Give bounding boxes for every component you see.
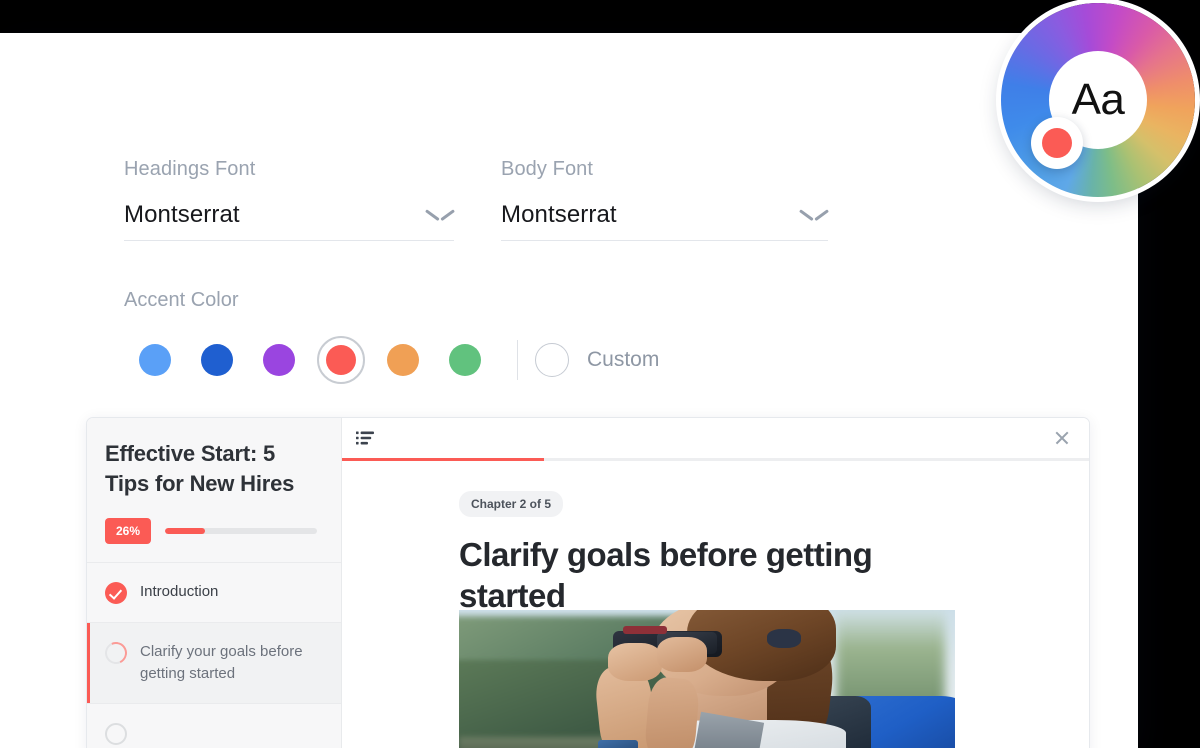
toc-item[interactable]: Clarify your goals before getting starte… [87,623,341,704]
body-font-label: Body Font [501,158,594,180]
swatch-dot [449,344,481,376]
content-progress-underline [342,458,1089,461]
progress-track [165,528,318,534]
close-icon[interactable] [1052,428,1072,448]
accent-swatch-red[interactable] [310,336,372,384]
headings-font-label: Headings Font [124,158,256,180]
headings-font-value: Montserrat [124,201,240,228]
content-heading: Clarify goals before getting started [459,536,873,614]
course-sidebar: Effective Start: 5 Tips for New Hires 26… [87,418,342,748]
chapter-badge: Chapter 2 of 5 [459,491,564,517]
chevron-down-icon [800,207,828,223]
accent-color-label: Accent Color [124,289,239,311]
body-font-field: Body Font Montserrat [501,158,828,241]
progress-circle-icon [101,638,131,668]
custom-color-swatch[interactable] [535,343,569,377]
screenshot-root: Headings Font Montserrat Body Font Monts… [0,0,1200,748]
accent-swatch-row: Custom [124,336,660,384]
color-wheel-handle[interactable] [1031,117,1083,169]
course-preview-panel: Effective Start: 5 Tips for New Hires 26… [86,417,1090,748]
swatch-dot [387,344,419,376]
progress-percent-badge: 26% [105,518,152,544]
toc-item[interactable] [87,704,341,748]
body-font-value: Montserrat [501,201,617,228]
list-view-icon[interactable] [356,431,374,445]
accent-swatch-green[interactable] [434,338,496,382]
accent-swatch-purple[interactable] [248,338,310,382]
accent-color-section: Accent Color Custom [124,289,660,384]
course-title: Effective Start: 5 Tips for New Hires [105,441,295,496]
content-progress-fill [342,458,544,461]
custom-color-label: Custom [587,348,660,371]
divider [517,340,518,380]
toc-item-label: Introduction [140,583,219,600]
chevron-down-icon [426,207,454,223]
swatch-dot [326,345,356,375]
woman-with-binoculars-photo [459,610,955,748]
swatch-dot [263,344,295,376]
content-toolbar [342,418,1089,458]
swatch-dot [139,344,171,376]
accent-swatch-blue[interactable] [186,338,248,382]
toc-item-label: Clarify your goals before getting starte… [140,643,303,682]
font-sample-text: Aa [1071,75,1125,124]
body-font-select[interactable]: Montserrat [501,201,828,241]
accent-swatch-orange[interactable] [372,338,434,382]
course-toc: Introduction Clarify your goals before ge… [87,562,341,748]
course-content: Chapter 2 of 5 Clarify goals before gett… [342,418,1089,748]
headings-font-field: Headings Font Montserrat [124,158,454,241]
color-wheel-picker[interactable]: Aa [1001,3,1195,197]
empty-circle-icon [105,723,127,745]
course-progress: 26% [105,518,341,544]
headings-font-select[interactable]: Montserrat [124,201,454,241]
selected-color-dot [1042,128,1072,158]
check-circle-icon [105,582,127,604]
progress-fill [165,528,205,534]
toc-item[interactable]: Introduction [87,563,341,623]
swatch-dot [201,344,233,376]
accent-swatch-light-blue[interactable] [124,338,186,382]
